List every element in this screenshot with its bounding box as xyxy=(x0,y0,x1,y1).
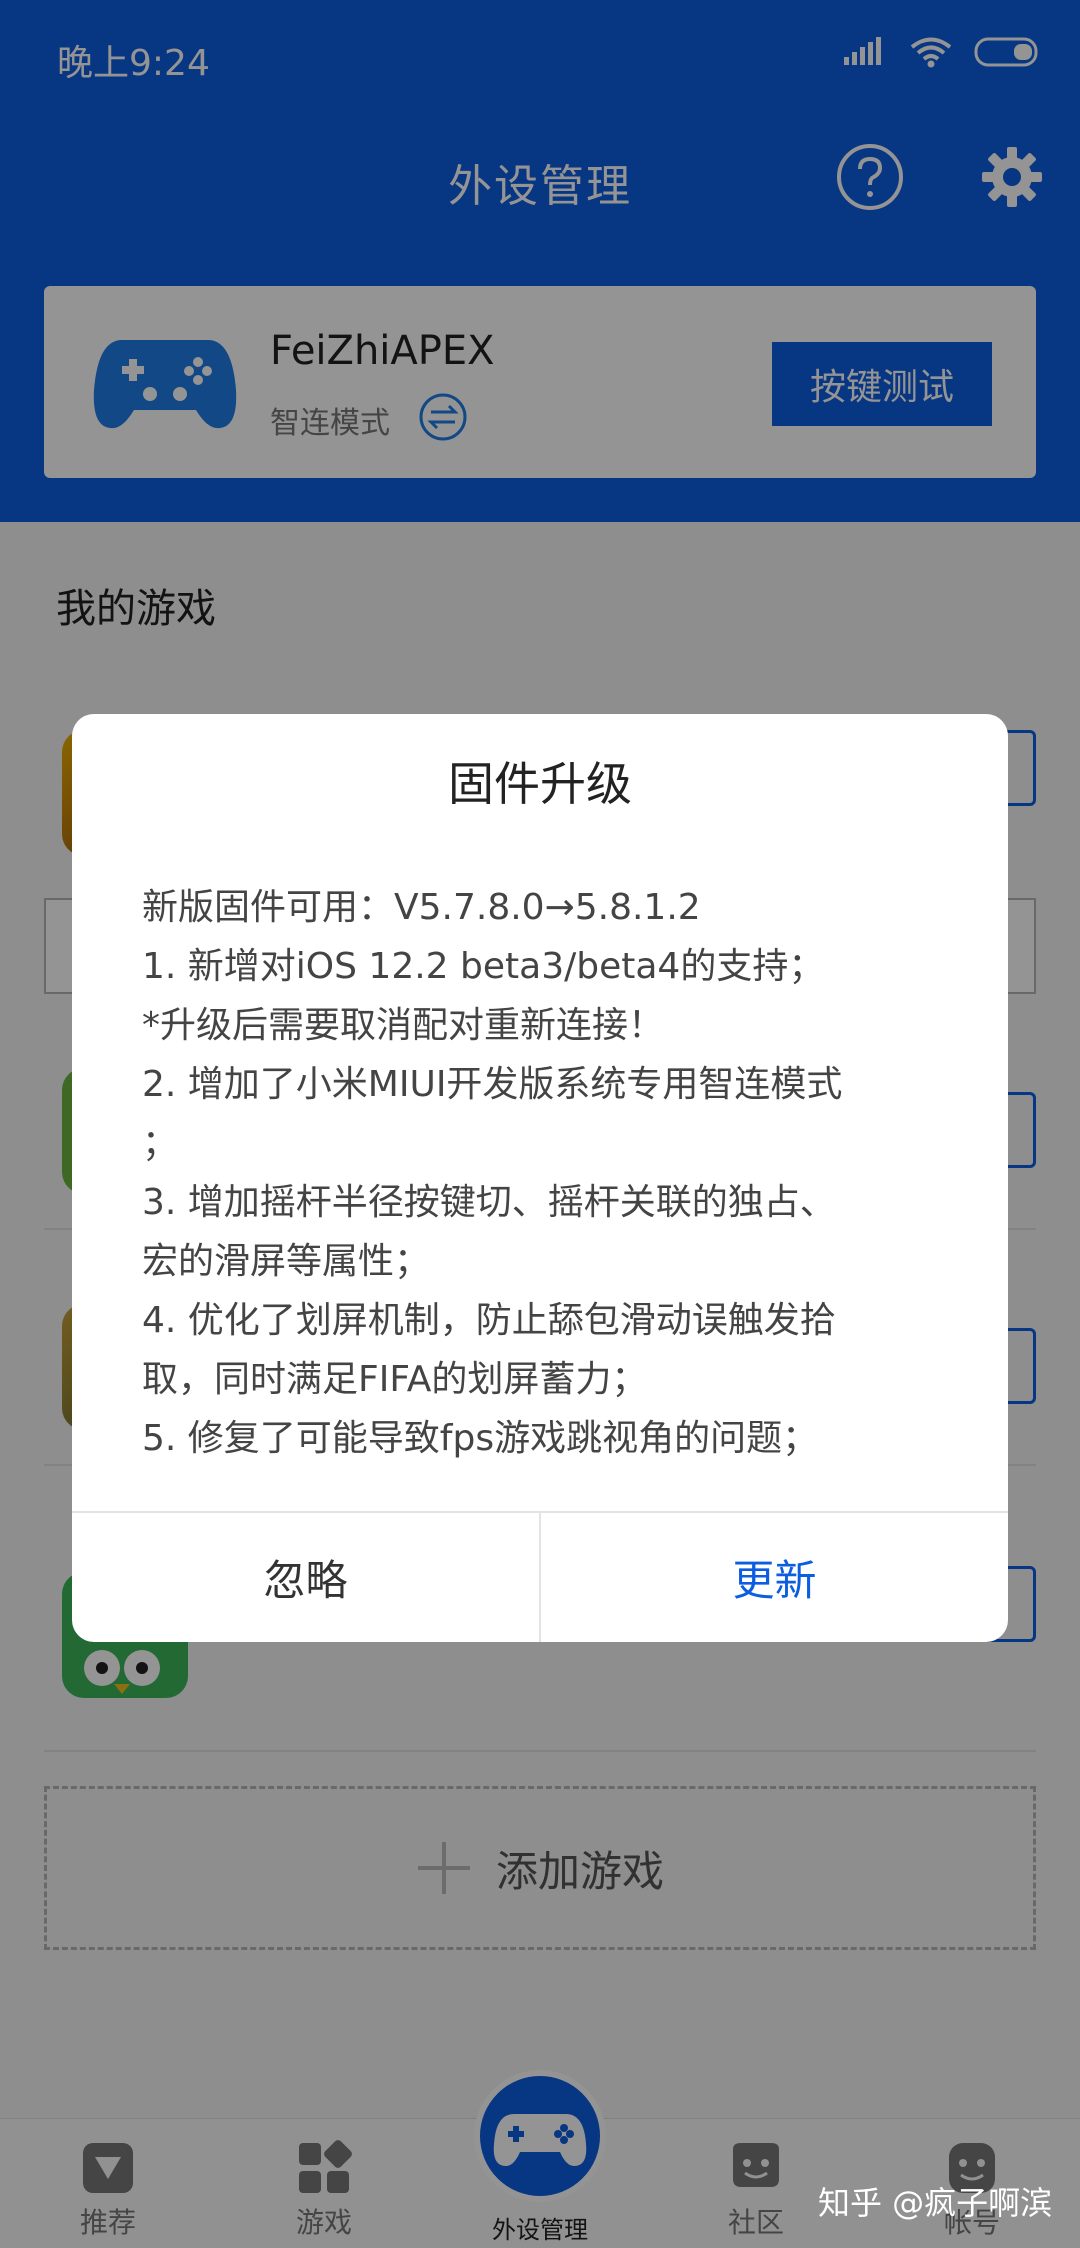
dialog-line: 2. 增加了小米MIUI开发版系统专用智连模式 xyxy=(142,1064,843,1105)
dialog-line: 1. 新增对iOS 12.2 beta3/beta4的支持； xyxy=(142,946,825,987)
dialog-line: 取，同时满足FIFA的划屏蓄力； xyxy=(142,1359,648,1400)
dialog-line: 3. 增加摇杆半径按键切、摇杆关联的独占、 xyxy=(142,1182,836,1223)
dialog-line: 新版固件可用：V5.7.8.0→5.8.1.2 xyxy=(142,887,701,928)
firmware-upgrade-dialog: 固件升级 新版固件可用：V5.7.8.0→5.8.1.2 1. 新增对iOS 1… xyxy=(72,714,1008,1642)
dialog-title: 固件升级 xyxy=(448,757,632,811)
dialog-body: 新版固件可用：V5.7.8.0→5.8.1.2 1. 新增对iOS 12.2 b… xyxy=(142,878,962,1468)
dialog-line: 4. 优化了划屏机制，防止舔包滑动误触发拾 xyxy=(142,1300,836,1341)
update-button[interactable]: 更新 xyxy=(541,1513,1008,1642)
dialog-line: *升级后需要取消配对重新连接！ xyxy=(142,1005,665,1046)
dialog-line: ； xyxy=(142,1123,179,1164)
watermark: 知乎 @疯子啊滨 xyxy=(818,2184,1053,2222)
ignore-button[interactable]: 忽略 xyxy=(72,1513,541,1642)
dialog-line: 5. 修复了可能导致fps游戏跳视角的问题； xyxy=(142,1418,819,1459)
dialog-footer: 忽略 更新 xyxy=(72,1511,1008,1642)
dialog-line: 宏的滑屏等属性； xyxy=(142,1241,431,1282)
